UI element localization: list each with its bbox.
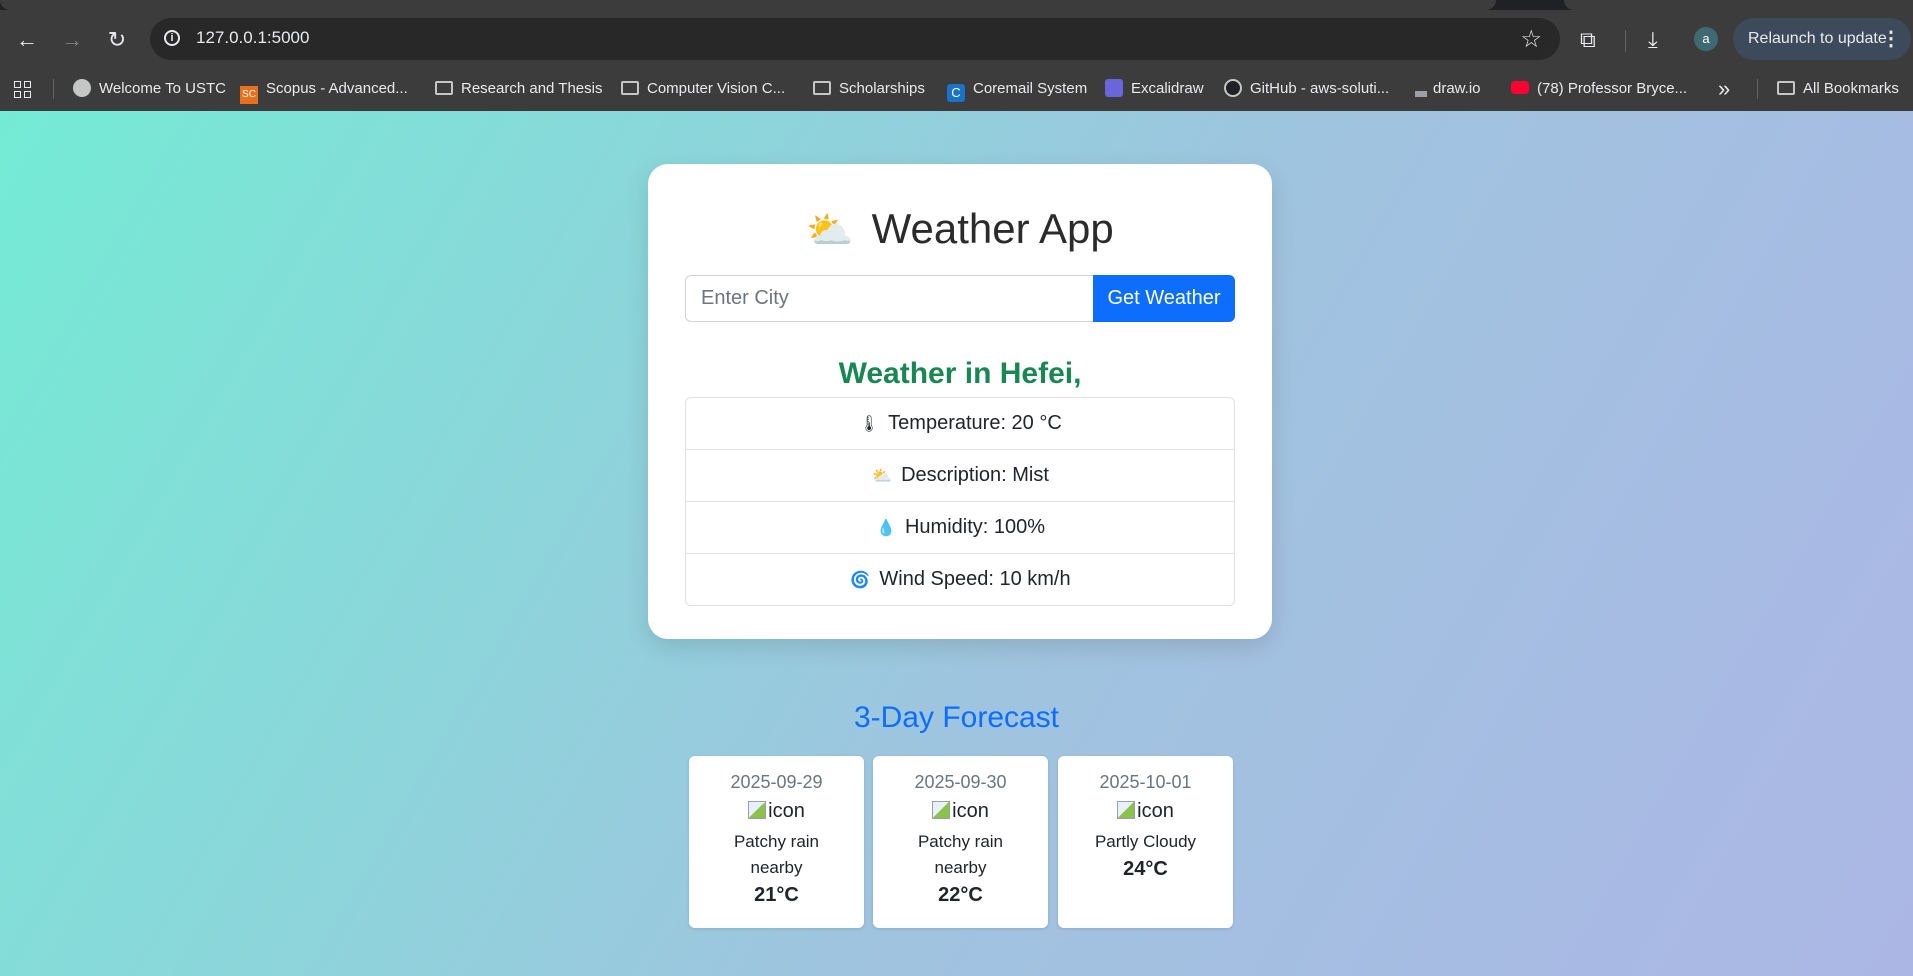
forecast-card: 2025-10-01 icon Partly Cloudy 24°C [1058,756,1233,928]
forecast-date: 2025-09-29 [730,772,823,792]
bookmark-scholarships[interactable]: Scholarships [813,67,925,111]
youtube-icon [1511,81,1529,94]
active-tab[interactable] [0,0,1496,10]
folder-icon [1777,81,1795,95]
forecast-date: 2025-10-01 [1099,772,1192,792]
excalidraw-icon [1105,79,1123,97]
globe-icon [73,79,91,97]
cloud-icon: ⛅ [872,468,893,485]
folder-icon [435,81,453,95]
relaunch-button[interactable]: Relaunch to update ⋮ [1733,18,1911,60]
app-title: ⛅ Weather App [806,205,1114,252]
folder-icon [813,81,831,95]
all-bookmarks-button[interactable]: All Bookmarks [1777,67,1899,111]
thermometer-icon: 🌡 [859,416,880,433]
bookmarks-bar: Welcome To USTC SC Scopus - Advanced... R… [0,67,1913,112]
forecast-title: 3-Day Forecast [853,701,1060,734]
bookmark-coremail[interactable]: C Coremail System [947,67,1087,111]
toolbar-divider [1625,30,1626,52]
sun-behind-cloud-icon: ⛅ [806,210,854,252]
site-info-icon[interactable]: i [164,30,180,46]
bookmarks-divider [53,79,54,99]
list-item-wind: 🌀 Wind Speed: 10 km/h [686,554,1234,605]
tab-strip [0,0,1913,10]
coremail-icon: C [947,84,965,102]
broken-image-icon: icon [873,797,1048,825]
forecast-condition: Patchy rain nearby [733,832,820,877]
address-bar[interactable]: i 127.0.0.1:5000 ☆ [150,18,1560,60]
bookmarks-divider [1757,79,1758,99]
bookmark-welcome-ustc[interactable]: Welcome To USTC [73,67,226,111]
back-arrow-icon[interactable]: ← [13,26,41,54]
url-text[interactable]: 127.0.0.1:5000 [196,28,309,48]
forecast-temp: 24°C [1123,858,1168,880]
bookmark-youtube[interactable]: (78) Professor Bryce... [1511,67,1687,111]
scopus-icon: SC [240,86,258,104]
forward-arrow-icon[interactable]: → [58,26,86,54]
forecast-date: 2025-09-30 [914,772,1007,792]
forecast-condition: Partly Cloudy [1094,832,1197,851]
list-item-temperature: 🌡 Temperature: 20 °C [686,398,1234,450]
bookmark-github[interactable]: GitHub - aws-soluti... [1224,67,1389,111]
browser-toolbar: ← → ↻ i 127.0.0.1:5000 ☆ ⧉ ⤓ a Relaunch … [0,10,1913,67]
list-item-description: ⛅ Description: Mist [686,450,1234,502]
bookmark-research-thesis[interactable]: Research and Thesis [435,67,602,111]
download-icon[interactable]: ⤓ [1648,28,1658,52]
list-item-humidity: 💧 Humidity: 100% [686,502,1234,554]
bookmark-excalidraw[interactable]: Excalidraw [1105,67,1204,111]
profile-avatar[interactable]: a [1694,27,1718,51]
droplet-icon: 💧 [876,520,896,537]
bookmark-computer-vision[interactable]: Computer Vision C... [621,67,785,111]
broken-image-icon: icon [1058,797,1233,825]
page-background: ⛅Weather App Get Weather Weather in Hefe… [0,111,1913,976]
apps-grid-icon[interactable] [14,81,32,99]
extensions-icon[interactable]: ⧉ [1580,28,1596,52]
forecast-temp: 22°C [938,884,983,906]
wind-icon: 🌀 [850,572,871,589]
reload-icon[interactable]: ↻ [103,26,131,54]
bookmark-drawio[interactable]: draw.io [1415,67,1481,111]
relaunch-label: Relaunch to update [1748,30,1887,47]
background-tab[interactable] [1564,0,1913,10]
forecast-card: 2025-09-29 icon Patchy rain nearby 21°C [689,756,864,928]
bookmark-star-icon[interactable]: ☆ [1520,25,1542,54]
forecast-temp: 21°C [754,884,799,906]
bookmark-scopus[interactable]: SC Scopus - Advanced... [240,67,408,111]
forecast-condition: Patchy rain nearby [917,832,1004,877]
github-icon [1224,79,1242,97]
city-input[interactable] [685,275,1094,322]
get-weather-button[interactable]: Get Weather [1093,275,1235,322]
folder-icon [621,81,639,95]
forecast-card: 2025-09-30 icon Patchy rain nearby 22°C [873,756,1048,928]
menu-kebab-icon[interactable]: ⋮ [1881,18,1901,60]
weather-card: ⛅Weather App Get Weather Weather in Hefe… [648,164,1272,639]
drawio-icon [1415,85,1427,97]
bookmarks-overflow-button[interactable]: » [1718,67,1730,111]
weather-details-list: 🌡 Temperature: 20 °C ⛅ Description: Mist 💧… [685,397,1235,606]
weather-heading: Weather in Hefei, [838,357,1082,390]
broken-image-icon: icon [689,797,864,825]
